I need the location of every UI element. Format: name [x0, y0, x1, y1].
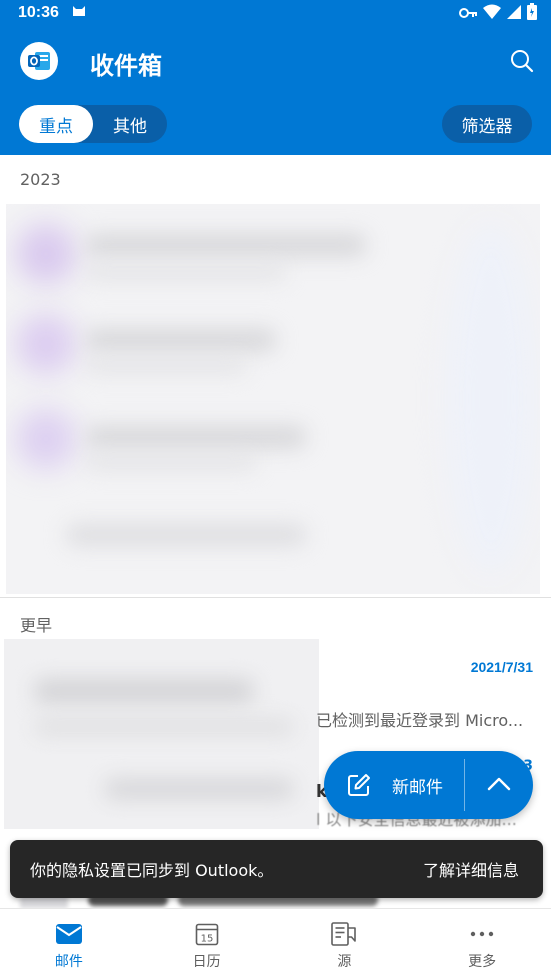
blurred-line: [34, 679, 254, 703]
outlook-logo-icon[interactable]: [20, 42, 58, 80]
snackbar-message: 你的隐私设置已同步到 Outlook。: [30, 861, 274, 880]
blurred-line: [86, 329, 276, 351]
inbox-tabs: 重点 其他 筛选器: [0, 98, 551, 155]
more-icon: [468, 921, 496, 947]
bottom-navigation: 邮件 15 日历 源 更多: [0, 908, 551, 979]
status-time: 10:36: [18, 4, 59, 21]
section-divider: [0, 597, 551, 598]
vpn-key-icon: [459, 4, 477, 23]
filter-button[interactable]: 筛选器: [442, 105, 532, 143]
chevron-up-icon: [487, 776, 511, 795]
blurred-avatar: [16, 224, 76, 284]
section-header-2023: 2023: [20, 170, 61, 189]
blurred-line: [34, 719, 294, 735]
blurred-line: [104, 779, 294, 799]
battery-icon: [527, 2, 537, 24]
page-title: 收件箱: [90, 52, 162, 80]
wifi-icon: [483, 4, 501, 23]
mail-icon: [55, 921, 83, 947]
blurred-email-list: [6, 204, 540, 594]
app-bar: 收件箱: [0, 26, 551, 98]
blurred-line: [86, 266, 286, 280]
blurred-line: [86, 359, 246, 373]
tab-focused[interactable]: 重点: [19, 105, 93, 143]
nav-item-mail[interactable]: 邮件: [0, 909, 138, 979]
email-date: 2021/7/31: [470, 659, 533, 675]
blurred-line: [66, 524, 306, 546]
calendar-icon: 15: [193, 921, 221, 947]
nav-item-feed[interactable]: 源: [276, 909, 414, 979]
compose-icon: [346, 772, 372, 798]
blurred-line: [86, 426, 306, 448]
blurred-avatar: [16, 409, 76, 469]
focused-other-toggle: 重点 其他: [19, 105, 167, 143]
blurred-email-sender: [4, 639, 319, 829]
blurred-line: [86, 456, 256, 470]
calendar-icon-day: 15: [200, 934, 213, 945]
expand-button[interactable]: [465, 751, 533, 819]
signal-icon: [507, 4, 521, 23]
section-header-earlier: 更早: [20, 616, 53, 635]
email-snippet[interactable]: 已检测到最近登录到 Micro...: [316, 707, 523, 731]
new-mail-fab: 新邮件: [324, 751, 533, 819]
snackbar: 你的隐私设置已同步到 Outlook。 了解详细信息: [10, 840, 543, 898]
status-bar: 10:36: [0, 0, 551, 26]
blurred-edge: [446, 224, 536, 574]
cat-notification-icon: [71, 3, 87, 23]
compose-label: 新邮件: [392, 777, 443, 798]
search-icon[interactable]: [509, 48, 535, 74]
nav-label-mail: 邮件: [54, 954, 83, 970]
compose-button[interactable]: 新邮件: [324, 751, 464, 819]
blurred-line: [86, 234, 366, 256]
blurred-avatar: [16, 314, 76, 374]
nav-label-more: 更多: [468, 954, 497, 970]
feed-icon: [330, 921, 358, 947]
app-root: 10:36 收件箱 重点 其他 筛选器 2023 更早 2021/7/31 已检…: [0, 0, 551, 979]
nav-item-calendar[interactable]: 15 日历: [138, 909, 276, 979]
nav-label-feed: 源: [337, 954, 352, 970]
tab-other[interactable]: 其他: [93, 105, 167, 143]
snackbar-learn-more-button[interactable]: 了解详细信息: [423, 857, 519, 881]
nav-item-more[interactable]: 更多: [413, 909, 551, 979]
nav-label-calendar: 日历: [192, 954, 221, 970]
